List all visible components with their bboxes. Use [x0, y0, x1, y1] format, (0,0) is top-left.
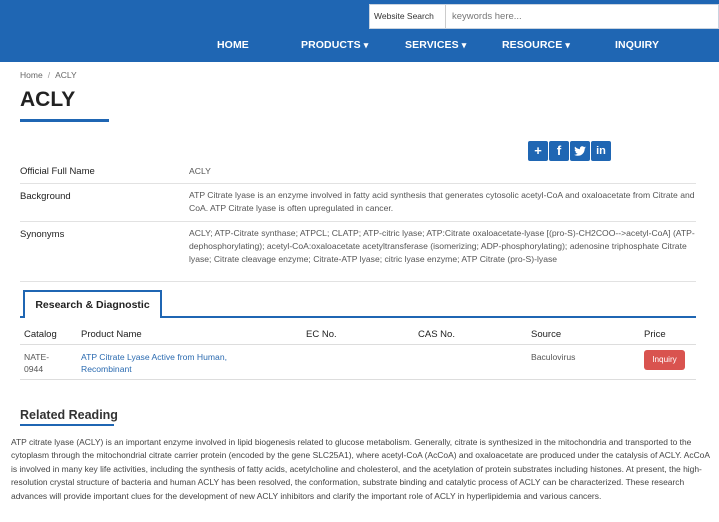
- plus-share-icon[interactable]: +: [528, 141, 548, 161]
- cell-catalog: NATE-0944: [24, 352, 50, 374]
- page-title: ACLY: [20, 88, 76, 111]
- nav-resource-label: RESOURCE: [502, 39, 563, 51]
- title-underline: [20, 119, 109, 122]
- inquiry-button[interactable]: Inquiry: [644, 350, 685, 370]
- linkedin-icon[interactable]: in: [591, 141, 611, 161]
- cell-source: Baculovirus: [531, 352, 576, 362]
- column-header-source: Source: [531, 329, 562, 340]
- main-nav: HOME PRODUCTS ▾ SERVICES ▾ RESOURCE ▾ INQUI…: [0, 39, 719, 55]
- related-reading-text: ATP citrate lyase (ACLY) is an important…: [11, 437, 710, 501]
- nav-services-label: SERVICES: [405, 39, 459, 51]
- tab-research-diagnostic[interactable]: Research & Diagnostic: [23, 290, 162, 318]
- nav-home-label: HOME: [217, 39, 249, 51]
- table-bottom-divider: [20, 379, 696, 380]
- column-header-catalog: Catalog: [24, 329, 57, 340]
- nav-home[interactable]: HOME: [217, 39, 249, 51]
- synonyms-label: Synonyms: [20, 229, 65, 240]
- nav-inquiry[interactable]: INQUIRY: [615, 39, 659, 51]
- column-header-cas-no: CAS No.: [418, 329, 455, 340]
- background-label: Background: [20, 191, 71, 202]
- column-header-price: Price: [644, 329, 666, 340]
- nav-products-label: PRODUCTS: [301, 39, 361, 51]
- chevron-down-icon: ▾: [363, 40, 369, 50]
- chevron-down-icon: ▾: [565, 40, 570, 50]
- info-row-official-name: Official Full Name ACLY: [20, 160, 696, 184]
- breadcrumb-home-link[interactable]: Home: [20, 70, 43, 80]
- breadcrumb-separator: /: [47, 70, 51, 80]
- chevron-down-icon: ▾: [461, 40, 467, 50]
- site-header: Website Search HOME PRODUCTS▾ SERVICES▾ …: [0, 0, 719, 62]
- twitter-icon[interactable]: [570, 141, 590, 161]
- nav-inquiry-label: INQUIRY: [615, 39, 660, 51]
- product-name-link[interactable]: ATP Citrate Lyase Active from Human, Rec…: [81, 351, 276, 375]
- facebook-icon[interactable]: f: [549, 141, 569, 161]
- table-header-divider: [20, 344, 696, 345]
- search-category-select[interactable]: Website Search: [370, 5, 446, 28]
- nav-resource[interactable]: RESOURCE ▾: [502, 39, 570, 51]
- nav-products[interactable]: PRODUCTS ▾: [301, 39, 368, 51]
- official-name-label: Official Full Name: [20, 166, 95, 177]
- related-reading-title: Related Reading: [20, 408, 118, 422]
- column-header-product-name: Product Name: [81, 329, 142, 340]
- nav-services[interactable]: SERVICES ▾: [405, 39, 466, 51]
- breadcrumb-current: ACLY: [55, 70, 77, 80]
- info-row-synonyms: Synonyms ACLY; ATP-Citrate synthase; ATP…: [20, 222, 696, 282]
- tab-research-diagnostic-label: Research & Diagnostic: [35, 299, 150, 311]
- breadcrumb: Home / ACLY: [20, 70, 77, 80]
- synonyms-value: ACLY; ATP-Citrate synthase; ATPCL; CLATP…: [189, 228, 695, 264]
- related-reading-underline: [20, 424, 114, 426]
- search-input[interactable]: [450, 5, 718, 28]
- official-name-value: ACLY: [189, 166, 211, 176]
- info-row-background: Background ATP Citrate lyase is an enzym…: [20, 184, 696, 222]
- column-header-ec-no: EC No.: [306, 329, 337, 340]
- background-value: ATP Citrate lyase is an enzyme involved …: [189, 190, 695, 213]
- search-bar: Website Search: [369, 4, 719, 29]
